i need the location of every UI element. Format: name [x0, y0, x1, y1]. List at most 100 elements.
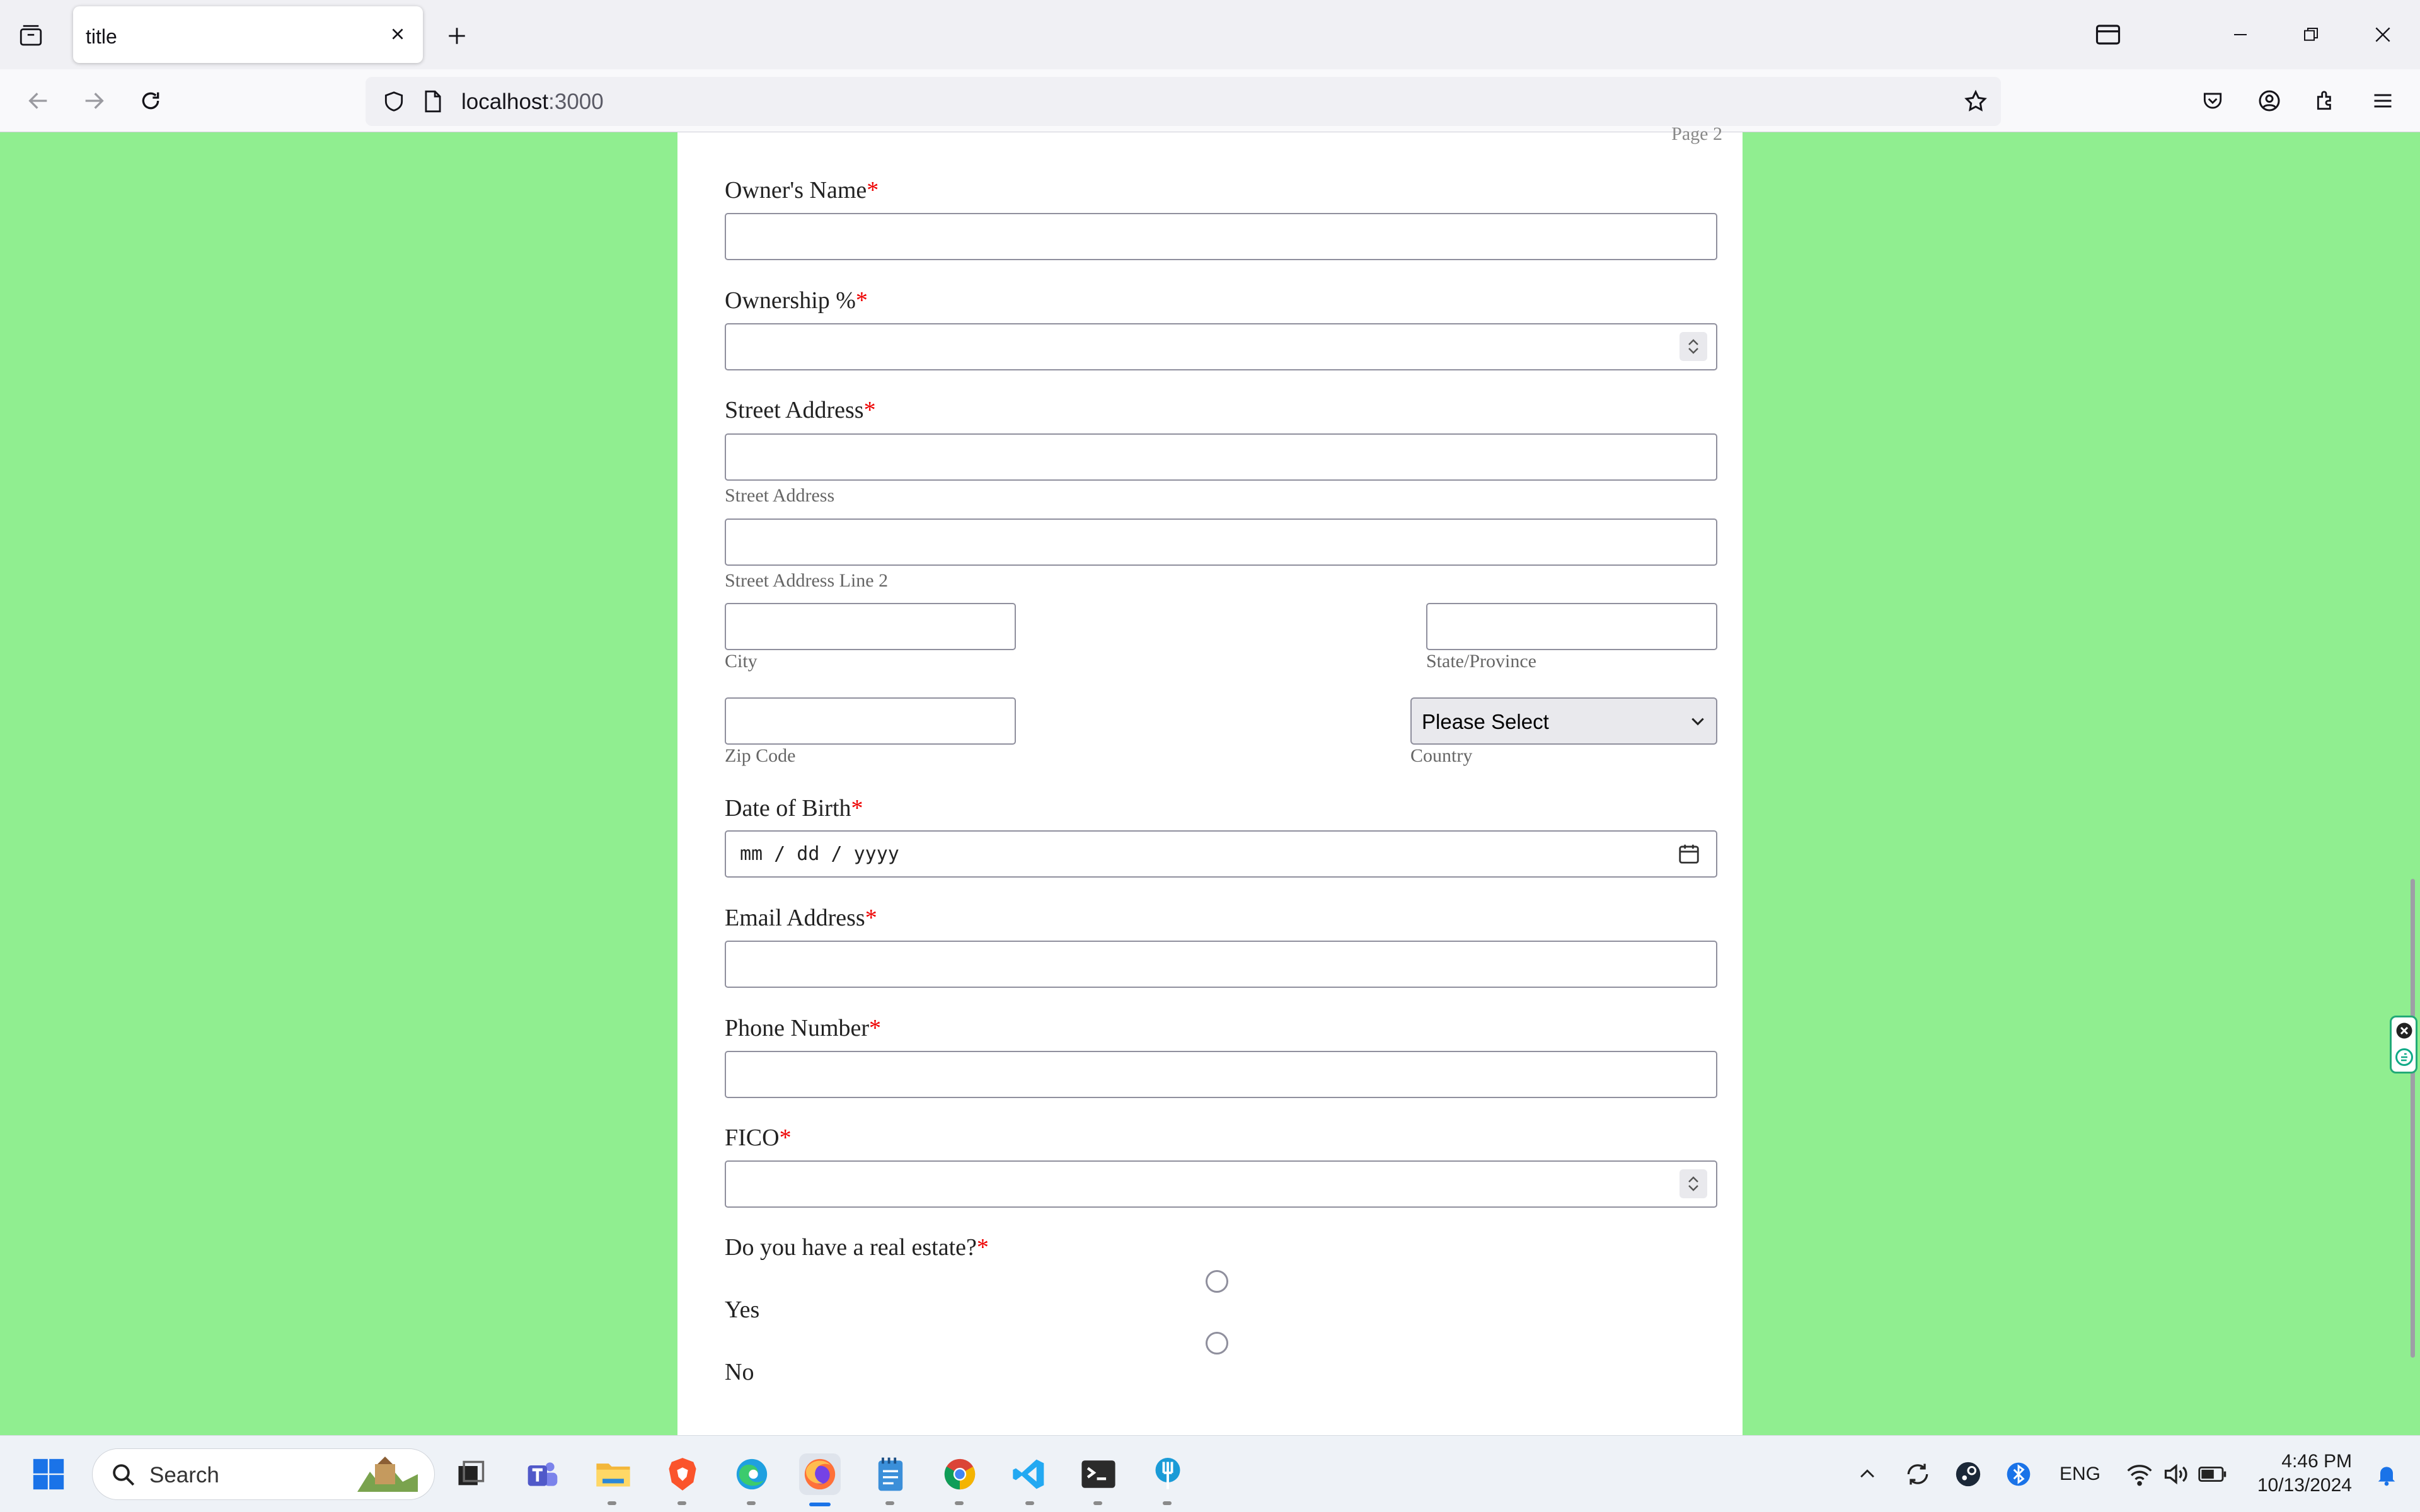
edge-browser-icon[interactable]: [731, 1453, 773, 1495]
forward-icon[interactable]: [78, 85, 110, 117]
street-address-input[interactable]: [725, 433, 1717, 481]
firefox-icon[interactable]: [799, 1453, 841, 1495]
bluetooth-icon[interactable]: [1998, 1453, 2039, 1495]
pocket-icon[interactable]: [2197, 85, 2228, 117]
real-estate-label: Do you have a real estate?*: [725, 1234, 989, 1261]
fico-text: FICO: [725, 1125, 780, 1151]
notification-bell-icon[interactable]: [2366, 1453, 2407, 1495]
required-mark: *: [851, 795, 863, 822]
language-indicator[interactable]: ENG: [2060, 1463, 2100, 1485]
required-mark: *: [976, 1234, 989, 1261]
number-spinner[interactable]: [1680, 1169, 1707, 1198]
email-label: Email Address*: [725, 904, 877, 932]
spinner-up-icon: [1688, 1176, 1698, 1183]
new-tab-icon[interactable]: [441, 20, 473, 52]
page-scrollbar[interactable]: [2411, 879, 2415, 1358]
close-tab-icon[interactable]: [384, 20, 412, 48]
fork-app-icon[interactable]: [1147, 1453, 1189, 1495]
battery-icon[interactable]: [2192, 1453, 2233, 1495]
spinner-down-icon: [1688, 1185, 1698, 1191]
back-icon[interactable]: [23, 85, 54, 117]
teams-icon[interactable]: [522, 1453, 563, 1495]
taskbar-search[interactable]: Search: [92, 1448, 435, 1500]
notepad-icon[interactable]: [870, 1453, 911, 1495]
street-address-label: Street Address*: [725, 396, 876, 424]
dob-text: Date of Birth: [725, 795, 851, 822]
file-explorer-icon[interactable]: [592, 1453, 634, 1495]
app-running-indicator: [747, 1501, 756, 1505]
email-input[interactable]: [725, 941, 1717, 988]
real-estate-text: Do you have a real estate?: [725, 1234, 977, 1261]
extensions-icon[interactable]: [2310, 85, 2342, 117]
radio-no[interactable]: [1206, 1332, 1228, 1354]
owners-name-label: Owner's Name*: [725, 176, 879, 204]
number-spinner[interactable]: [1680, 332, 1707, 361]
account-icon[interactable]: [2254, 85, 2285, 117]
reload-icon[interactable]: [135, 85, 166, 117]
clock-time[interactable]: 4:46 PM: [2276, 1451, 2352, 1472]
chevron-up-icon[interactable]: [1847, 1453, 1888, 1495]
vscode-icon[interactable]: [1008, 1453, 1050, 1495]
app-running-indicator: [1025, 1501, 1034, 1505]
clock-date[interactable]: 10/13/2024: [2251, 1475, 2352, 1496]
address-bar[interactable]: localhost:3000: [366, 77, 2001, 126]
street-address-sublabel: Street Address: [725, 485, 835, 506]
menu-icon[interactable]: [2367, 85, 2399, 117]
tab-list-icon[interactable]: [15, 20, 47, 52]
email-text: Email Address: [725, 905, 865, 931]
country-sublabel: Country: [1410, 745, 1473, 766]
zip-code-input[interactable]: [725, 697, 1016, 745]
ownership-text: Ownership %: [725, 287, 856, 314]
dob-placeholder: mm / dd / yyyy: [740, 843, 899, 865]
phone-text: Phone Number: [725, 1015, 870, 1041]
required-mark: *: [855, 287, 868, 314]
url-port: :3000: [548, 89, 604, 114]
tab-manager-icon[interactable]: [2092, 19, 2124, 50]
spinner-up-icon: [1688, 339, 1698, 345]
steam-icon[interactable]: [1947, 1453, 1989, 1495]
bookmark-star-icon[interactable]: [1960, 86, 1991, 117]
dob-input[interactable]: mm / dd / yyyy: [725, 830, 1717, 878]
side-extension-widget[interactable]: [2390, 1016, 2417, 1074]
calendar-icon[interactable]: [1677, 842, 1701, 866]
brave-browser-icon[interactable]: [662, 1453, 703, 1495]
fico-label: FICO*: [725, 1124, 792, 1152]
minimize-icon[interactable]: [2225, 19, 2256, 50]
active-app-indicator: [809, 1503, 831, 1506]
windows-taskbar: Search ENG 4:46 PM 10/13/2024: [0, 1435, 2420, 1512]
radio-yes[interactable]: [1206, 1270, 1228, 1293]
street-address-line2-input[interactable]: [725, 518, 1717, 566]
ownership-input[interactable]: [725, 323, 1717, 370]
close-circle-icon[interactable]: [2395, 1021, 2414, 1040]
owners-name-input[interactable]: [725, 213, 1717, 260]
browser-tab[interactable]: title: [73, 6, 423, 63]
task-view-icon[interactable]: [450, 1453, 492, 1495]
dob-label: Date of Birth*: [725, 794, 863, 822]
sync-icon[interactable]: [1897, 1453, 1939, 1495]
state-province-input[interactable]: [1426, 603, 1717, 650]
country-select[interactable]: Please Select: [1410, 697, 1717, 745]
url-host: localhost: [461, 89, 549, 114]
required-mark: *: [867, 177, 879, 203]
shield-icon[interactable]: [378, 86, 410, 117]
wifi-icon[interactable]: [2119, 1453, 2160, 1495]
close-window-icon[interactable]: [2367, 19, 2399, 50]
volume-icon[interactable]: [2155, 1453, 2197, 1495]
app-running-indicator: [1163, 1501, 1172, 1505]
chrome-icon[interactable]: [939, 1453, 981, 1495]
form-page: Page 2 Owner's Name* Ownership %* Street…: [677, 123, 1743, 1435]
fico-input[interactable]: [725, 1160, 1717, 1208]
restore-icon[interactable]: [2295, 19, 2327, 50]
owners-name-text: Owner's Name: [725, 177, 867, 203]
tab-title: title: [86, 25, 117, 48]
search-highlight-icon: [357, 1457, 418, 1492]
page-info-icon[interactable]: [417, 86, 449, 117]
windows-start-icon[interactable]: [28, 1453, 69, 1495]
edit-circle-icon[interactable]: [2395, 1048, 2414, 1067]
option-no-label: No: [725, 1359, 754, 1385]
required-mark: *: [865, 905, 877, 931]
city-input[interactable]: [725, 603, 1016, 650]
country-select-value: Please Select: [1422, 710, 1549, 733]
phone-input[interactable]: [725, 1051, 1717, 1098]
terminal-icon[interactable]: [1078, 1453, 1119, 1495]
